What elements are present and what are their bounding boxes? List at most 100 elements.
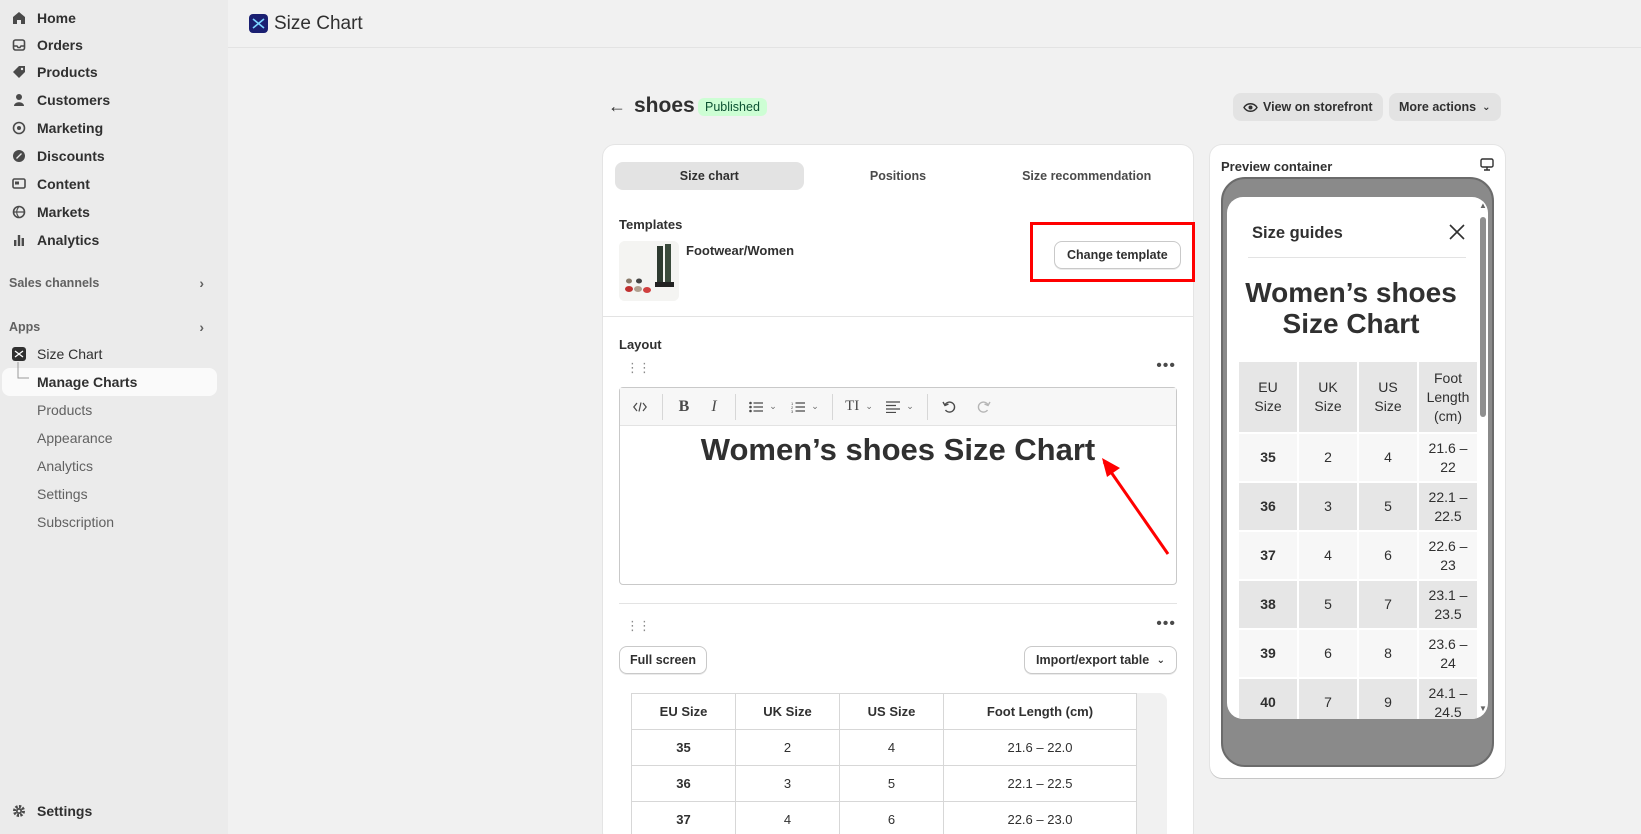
sidebar-sub-manage-charts[interactable]: Manage Charts	[37, 374, 137, 390]
preview-scrollbar[interactable]: ▲ ▼	[1478, 201, 1487, 713]
preview-table-cell: 3	[1299, 483, 1357, 530]
sidebar-sub-settings[interactable]: Settings	[37, 486, 88, 502]
chevron-down-icon: ⌄	[906, 401, 914, 411]
undo-icon[interactable]	[934, 393, 964, 421]
full-screen-button[interactable]: Full screen	[619, 646, 707, 674]
table-cell[interactable]: 4	[839, 729, 944, 766]
template-thumbnail	[619, 241, 679, 301]
sidebar-item-marketing[interactable]: Marketing	[0, 115, 220, 141]
preview-table-header: EU Size	[1239, 362, 1297, 432]
svg-text:3: 3	[791, 409, 794, 413]
scroll-up-icon[interactable]: ▲	[1479, 201, 1487, 210]
sidebar-item-label: Settings	[37, 803, 93, 819]
italic-icon[interactable]: I	[699, 393, 729, 421]
table-cell[interactable]: 3	[735, 765, 840, 802]
gear-icon	[12, 804, 26, 818]
table-cell[interactable]: 35	[631, 729, 736, 766]
bullet-list-icon[interactable]: ⌄	[742, 393, 784, 421]
apps-label: Apps	[9, 320, 41, 334]
text-size-icon[interactable]: TI ⌄	[839, 393, 879, 421]
align-icon[interactable]: ⌄	[879, 393, 921, 421]
discount-icon	[12, 149, 26, 163]
chevron-down-icon: ⌄	[1482, 101, 1491, 113]
table-cell[interactable]: 5	[839, 765, 944, 802]
sidebar-sub-subscription[interactable]: Subscription	[37, 514, 114, 530]
sidebar-item-orders[interactable]: Orders	[0, 32, 220, 58]
sidebar-item-customers[interactable]: Customers	[0, 87, 220, 113]
sidebar-item-content[interactable]: Content	[0, 171, 220, 197]
preview-table-cell: 7	[1359, 581, 1417, 628]
sidebar-item-label: Content	[37, 176, 90, 192]
status-badge: Published	[698, 98, 767, 116]
desktop-preview-icon[interactable]	[1480, 158, 1494, 174]
sales-channels-section[interactable]: Sales channels ›	[9, 275, 204, 291]
tab-size-recommendation[interactable]: Size recommendation	[992, 162, 1181, 190]
editor-tabs: Size chart Positions Size recommendation	[615, 162, 1181, 190]
preview-table-cell: 5	[1359, 483, 1417, 530]
table-cell[interactable]: 2	[735, 729, 840, 766]
sidebar-item-discounts[interactable]: Discounts	[0, 143, 220, 169]
layout-label: Layout	[619, 337, 662, 352]
preview-table-cell: 24.1 –24.5	[1419, 679, 1477, 719]
preview-size-table: EU Size UK Size US Size Foot Length (cm) 35 2…	[1237, 360, 1479, 719]
tab-positions[interactable]: Positions	[804, 162, 993, 190]
preview-heading-line1: Women’s shoes	[1245, 277, 1457, 308]
numbered-list-icon[interactable]: 123 ⌄	[784, 393, 826, 421]
table-cell[interactable]: 37	[631, 801, 736, 834]
table-cell[interactable]: 21.6 – 22.0	[943, 729, 1137, 766]
sidebar-item-home[interactable]: Home	[0, 5, 220, 31]
chevron-down-icon: ⌄	[865, 401, 873, 411]
view-on-storefront-button[interactable]: View on storefront	[1233, 93, 1383, 121]
table-header[interactable]: US Size	[839, 693, 944, 730]
table-header[interactable]: Foot Length (cm)	[943, 693, 1137, 730]
back-arrow-icon[interactable]: ←	[608, 96, 626, 117]
drag-handle-icon[interactable]: ⋮⋮	[626, 361, 651, 374]
sidebar-item-label: Products	[37, 64, 98, 80]
table-cell[interactable]: 6	[839, 801, 944, 834]
apps-section[interactable]: Apps ›	[9, 319, 204, 335]
preview-table-header: US Size	[1359, 362, 1417, 432]
preview-table-row: 40 7 9 24.1 –24.5	[1239, 679, 1477, 719]
drag-handle-icon[interactable]: ⋮⋮	[626, 619, 651, 632]
size-table-container: EU Size UK Size US Size Foot Length (cm)…	[631, 693, 1167, 834]
sidebar-item-markets[interactable]: Markets	[0, 199, 220, 225]
templates-label: Templates	[619, 217, 683, 232]
table-cell[interactable]: 4	[735, 801, 840, 834]
import-export-table-button[interactable]: Import/export table ⌄	[1024, 646, 1177, 674]
more-options-icon[interactable]: •••	[1156, 357, 1176, 375]
sidebar-item-analytics[interactable]: Analytics	[0, 227, 220, 253]
close-icon[interactable]	[1449, 223, 1465, 246]
more-actions-button[interactable]: More actions ⌄	[1389, 93, 1501, 121]
bar-chart-icon	[12, 233, 26, 247]
table-header[interactable]: EU Size	[631, 693, 736, 730]
section-divider	[603, 316, 1193, 317]
sidebar-item-label: Analytics	[37, 232, 100, 248]
tab-size-chart[interactable]: Size chart	[615, 162, 804, 190]
more-options-icon[interactable]: •••	[1156, 615, 1176, 633]
table-cell[interactable]: 22.6 – 23.0	[943, 801, 1137, 834]
preview-table-cell: 9	[1359, 679, 1417, 719]
scroll-down-icon[interactable]: ▼	[1479, 704, 1487, 713]
sidebar-item-products[interactable]: Products	[0, 59, 220, 85]
phone-screen: Size guides Women’s shoes Size Chart EU S…	[1227, 197, 1488, 719]
preview-table-cell: 4	[1359, 434, 1417, 481]
sidebar-sub-analytics[interactable]: Analytics	[37, 458, 93, 474]
preview-table-cell: 40	[1239, 679, 1297, 719]
table-cell[interactable]: 22.1 – 22.5	[943, 765, 1137, 802]
table-cell[interactable]: 36	[631, 765, 736, 802]
table-header[interactable]: UK Size	[735, 693, 840, 730]
redo-icon[interactable]	[964, 393, 1004, 421]
size-chart-app-icon	[12, 347, 26, 361]
chevron-down-icon: ⌄	[811, 401, 819, 411]
sidebar-item-settings[interactable]: Settings	[0, 798, 220, 824]
sidebar-item-size-chart-app[interactable]: Size Chart	[0, 341, 220, 367]
sidebar-sub-appearance[interactable]: Appearance	[37, 430, 113, 446]
code-view-icon[interactable]	[624, 393, 656, 421]
sidebar: Home Orders Products Customers Marketing…	[0, 0, 228, 834]
chevron-right-icon: ›	[199, 275, 204, 291]
preview-heading-line2: Size Chart	[1282, 308, 1420, 339]
sidebar-sub-products[interactable]: Products	[37, 402, 92, 418]
person-icon	[12, 93, 26, 107]
scroll-thumb[interactable]	[1480, 217, 1486, 417]
bold-icon[interactable]: B	[669, 393, 699, 421]
